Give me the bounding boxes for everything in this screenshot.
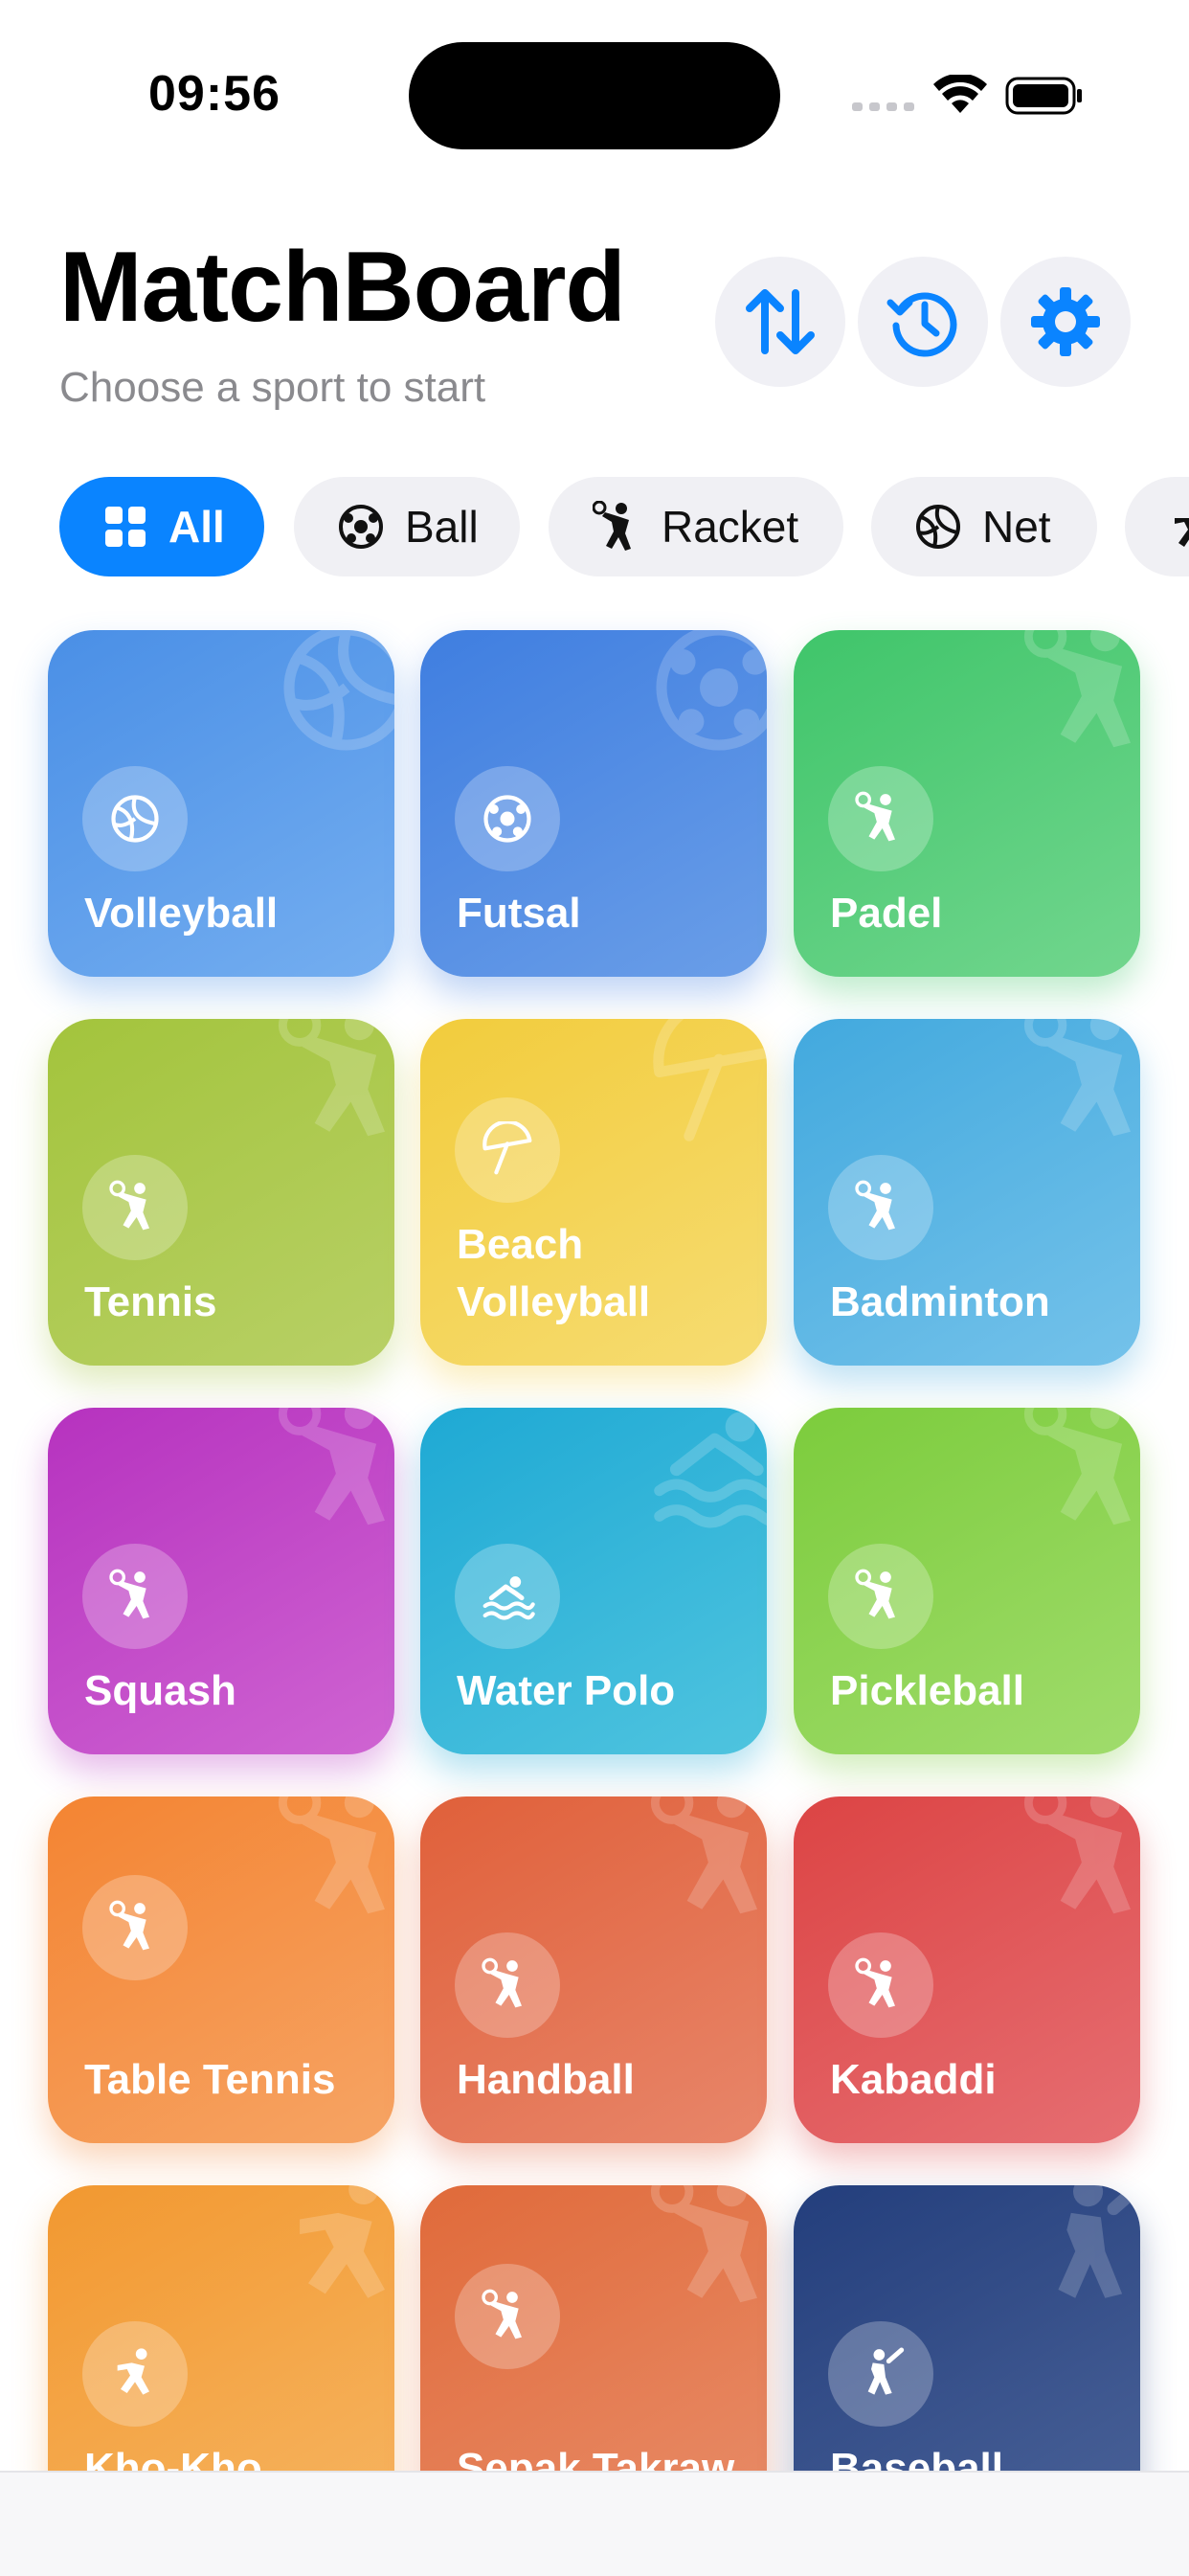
sport-icon-badge (828, 766, 933, 871)
player-icon (1023, 630, 1131, 748)
player-icon (278, 1408, 385, 1525)
sport-tile-badminton[interactable]: Badminton (794, 1019, 1140, 1366)
sport-tile-beach-volleyball[interactable]: Beach Volleyball (420, 1019, 767, 1366)
sport-icon-badge (455, 2264, 560, 2369)
sport-name: Padel (830, 890, 943, 937)
sport-icon-badge (455, 1544, 560, 1649)
umbrella-icon (482, 1121, 532, 1175)
sport-name: Futsal (457, 890, 581, 937)
swimmer-icon (654, 1412, 767, 1528)
sport-icon-badge (82, 1155, 188, 1260)
sport-tile-table-tennis[interactable]: Table Tennis (48, 1796, 394, 2143)
sport-name: Water Polo (457, 1667, 676, 1714)
sport-name: Beach Volleyball (457, 1221, 651, 1325)
sport-icon-badge (82, 2321, 188, 2427)
sport-name: Pickleball (830, 1667, 1025, 1714)
player-icon (855, 791, 895, 842)
sport-tile-kabaddi[interactable]: Kabaddi (794, 1796, 1140, 2143)
player-icon (109, 1569, 149, 1619)
batter-icon (867, 2347, 905, 2395)
sport-tile-squash[interactable]: Squash (48, 1408, 394, 1754)
player-icon (278, 1796, 385, 1914)
sports-grid: Volleyball Futsal Padel Tennis Beach Volleyb… (0, 0, 1189, 2532)
batter-icon (1058, 2185, 1140, 2298)
player-icon (482, 2289, 522, 2339)
sport-tile-volleyball[interactable]: Volleyball (48, 630, 394, 977)
sport-tile-tennis[interactable]: Tennis (48, 1019, 394, 1366)
player-icon (278, 1019, 385, 1137)
player-icon (109, 1180, 149, 1231)
sport-icon-badge (828, 1155, 933, 1260)
sport-icon-badge (828, 1544, 933, 1649)
sport-icon-badge (82, 766, 188, 871)
soccer-ball-icon (483, 795, 531, 843)
player-icon (482, 1957, 522, 2008)
sport-icon-badge (455, 1097, 560, 1203)
player-icon (855, 1180, 895, 1231)
sport-name: Badminton (830, 1278, 1050, 1325)
sport-name: Squash (84, 1667, 236, 1714)
player-icon (1023, 1796, 1131, 1914)
sport-tile-water-polo[interactable]: Water Polo (420, 1408, 767, 1754)
volleyball-icon (111, 795, 159, 843)
player-icon (650, 1796, 757, 1914)
sport-icon-badge (455, 1932, 560, 2038)
sport-tile-futsal[interactable]: Futsal (420, 630, 767, 977)
sport-icon-badge (455, 766, 560, 871)
sport-icon-badge (82, 1544, 188, 1649)
sport-name: Handball (457, 2056, 635, 2103)
sport-name: Volleyball (84, 890, 279, 937)
runner-icon (300, 2185, 385, 2298)
player-icon (650, 2185, 757, 2303)
sport-tile-pickleball[interactable]: Pickleball (794, 1408, 1140, 1754)
player-icon (1023, 1019, 1131, 1137)
sport-tile-handball[interactable]: Handball (420, 1796, 767, 2143)
player-icon (1023, 1408, 1131, 1525)
sport-name: Table Tennis (84, 2056, 336, 2103)
player-icon (855, 1957, 895, 2008)
soccer-ball-icon (656, 630, 767, 751)
sport-name: Kabaddi (830, 2056, 997, 2103)
player-icon (855, 1569, 895, 1619)
sport-name: Tennis (84, 1278, 217, 1325)
volleyball-icon (283, 630, 394, 751)
sport-icon-badge (82, 1875, 188, 1980)
runner-icon (117, 2348, 149, 2395)
sport-tile-padel[interactable]: Padel (794, 630, 1140, 977)
swimmer-icon (482, 1576, 535, 1620)
bottom-bar (0, 2471, 1189, 2576)
sport-icon-badge (828, 2321, 933, 2427)
player-icon (109, 1900, 149, 1951)
sport-icon-badge (828, 1932, 933, 2038)
umbrella-icon (653, 1019, 767, 1141)
